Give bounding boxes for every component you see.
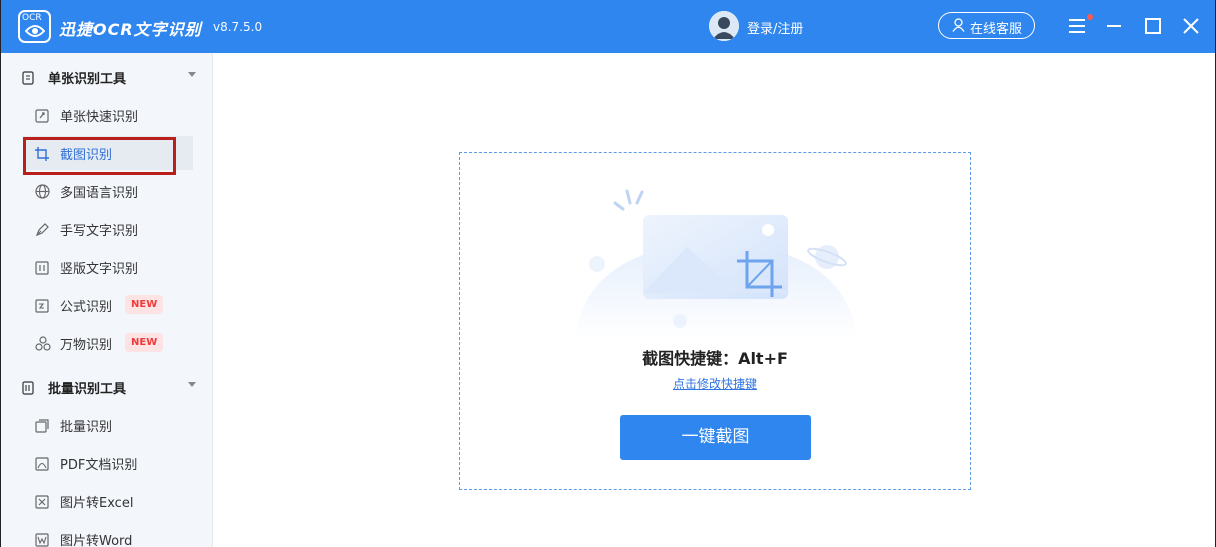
app-logo-icon: OCR [18, 10, 51, 43]
formula-icon [35, 298, 49, 317]
sidebar-item-label: 万物识别 [60, 338, 113, 353]
app-title: 迅捷OCR文字识别 [59, 20, 202, 39]
copy-icon [35, 418, 49, 437]
sidebar-item-label: 图片转Word [60, 534, 133, 547]
batch-document-icon [22, 380, 36, 399]
screenshot-illustration-icon [575, 189, 857, 343]
quick-scan-icon [35, 108, 49, 127]
menu-icon[interactable] [1065, 14, 1089, 38]
maximize-icon[interactable] [1141, 14, 1165, 38]
sidebar-item-vertical[interactable]: 竖版文字识别 [1, 248, 213, 286]
logo-text: OCR [22, 13, 42, 23]
notification-dot [1087, 14, 1093, 20]
sidebar-item-label: 公式识别 [60, 300, 113, 315]
sidebar: 单张识别工具 单张快速识别 截图识别 多国语言识别 手写文字识别 竖版文字识别 … [1, 53, 213, 547]
group-single-tools[interactable]: 单张识别工具 [1, 57, 213, 93]
one-click-capture-button[interactable]: 一键截图 [620, 415, 811, 460]
sidebar-item-object[interactable]: 万物识别 NEW [1, 324, 213, 362]
sidebar-item-pdf[interactable]: PDF文档识别 [1, 444, 213, 482]
sidebar-item-word[interactable]: 图片转Word [1, 520, 213, 547]
document-icon [22, 70, 34, 89]
pen-icon [35, 222, 50, 241]
online-service-label: 在线客服 [970, 22, 1023, 37]
sidebar-item-formula[interactable]: 公式识别 NEW [1, 286, 213, 324]
sidebar-item-handwriting[interactable]: 手写文字识别 [1, 210, 213, 248]
highlight-box [23, 137, 176, 175]
sidebar-item-label: 竖版文字识别 [60, 262, 139, 277]
caret-down-icon [188, 382, 196, 387]
vertical-text-icon [35, 260, 49, 279]
user-icon [952, 18, 965, 36]
title-bar: OCR 迅捷OCR文字识别 v8.7.5.0 登录/注册 在线客服 [1, 0, 1215, 53]
sidebar-item-single-fast[interactable]: 单张快速识别 [1, 96, 213, 134]
sidebar-item-label: 多国语言识别 [60, 186, 139, 201]
sidebar-item-label: 单张快速识别 [60, 110, 139, 125]
sidebar-item-multilang[interactable]: 多国语言识别 [1, 172, 213, 210]
app-window: OCR 迅捷OCR文字识别 v8.7.5.0 登录/注册 在线客服 单张识别工具… [0, 0, 1216, 547]
shortcut-hint: 截图快捷键：Alt+F [642, 349, 788, 368]
pdf-icon [35, 456, 49, 475]
new-badge: NEW [125, 295, 164, 314]
sidebar-item-label: 手写文字识别 [60, 224, 139, 239]
objects-icon [35, 336, 51, 355]
sidebar-item-batch[interactable]: 批量识别 [1, 406, 213, 444]
new-badge: NEW [125, 333, 164, 352]
excel-icon [35, 494, 49, 513]
sidebar-item-label: PDF文档识别 [60, 458, 138, 473]
sidebar-item-excel[interactable]: 图片转Excel [1, 482, 213, 520]
caret-down-icon [188, 72, 196, 77]
group-label: 单张识别工具 [48, 72, 127, 87]
group-label: 批量识别工具 [48, 382, 127, 397]
word-icon [35, 532, 49, 547]
screenshot-panel: 截图快捷键：Alt+F 点击修改快捷键 一键截图 [459, 152, 971, 490]
group-batch-tools[interactable]: 批量识别工具 [1, 367, 213, 403]
online-service-button[interactable]: 在线客服 [938, 12, 1035, 39]
login-register-link[interactable]: 登录/注册 [747, 18, 803, 37]
change-shortcut-link[interactable]: 点击修改快捷键 [460, 375, 970, 392]
close-icon[interactable] [1179, 14, 1203, 38]
app-version: v8.7.5.0 [213, 20, 263, 34]
minimize-icon[interactable] [1102, 14, 1126, 38]
globe-icon [35, 184, 50, 203]
sidebar-item-label: 批量识别 [60, 420, 113, 435]
user-avatar-icon[interactable] [709, 11, 739, 41]
sidebar-item-label: 图片转Excel [60, 496, 134, 511]
